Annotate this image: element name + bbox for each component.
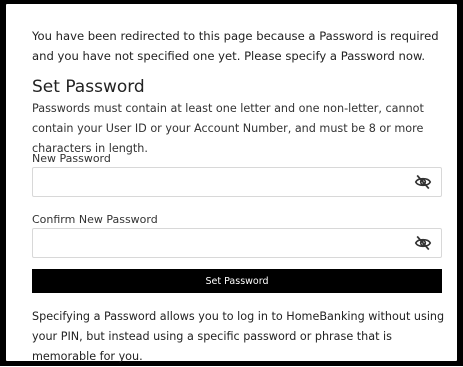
new-password-input[interactable] — [39, 173, 409, 191]
eye-slash-icon[interactable] — [414, 174, 432, 190]
confirm-password-field-wrapper — [32, 228, 442, 258]
set-password-panel: You have been redirected to this page be… — [6, 4, 457, 363]
confirm-password-input[interactable] — [39, 234, 409, 252]
redirect-message: You have been redirected to this page be… — [32, 29, 439, 63]
eye-slash-icon[interactable] — [414, 235, 432, 251]
page-title: Set Password — [32, 77, 145, 97]
page-frame: You have been redirected to this page be… — [0, 0, 463, 366]
password-info-footer: Specifying a Password allows you to log … — [32, 310, 445, 363]
new-password-field-wrapper — [32, 167, 442, 197]
new-password-label: New Password — [32, 152, 111, 165]
set-password-button[interactable]: Set Password — [32, 269, 442, 293]
confirm-password-label: Confirm New Password — [32, 213, 158, 226]
password-rules: Passwords must contain at least one lett… — [32, 102, 424, 155]
